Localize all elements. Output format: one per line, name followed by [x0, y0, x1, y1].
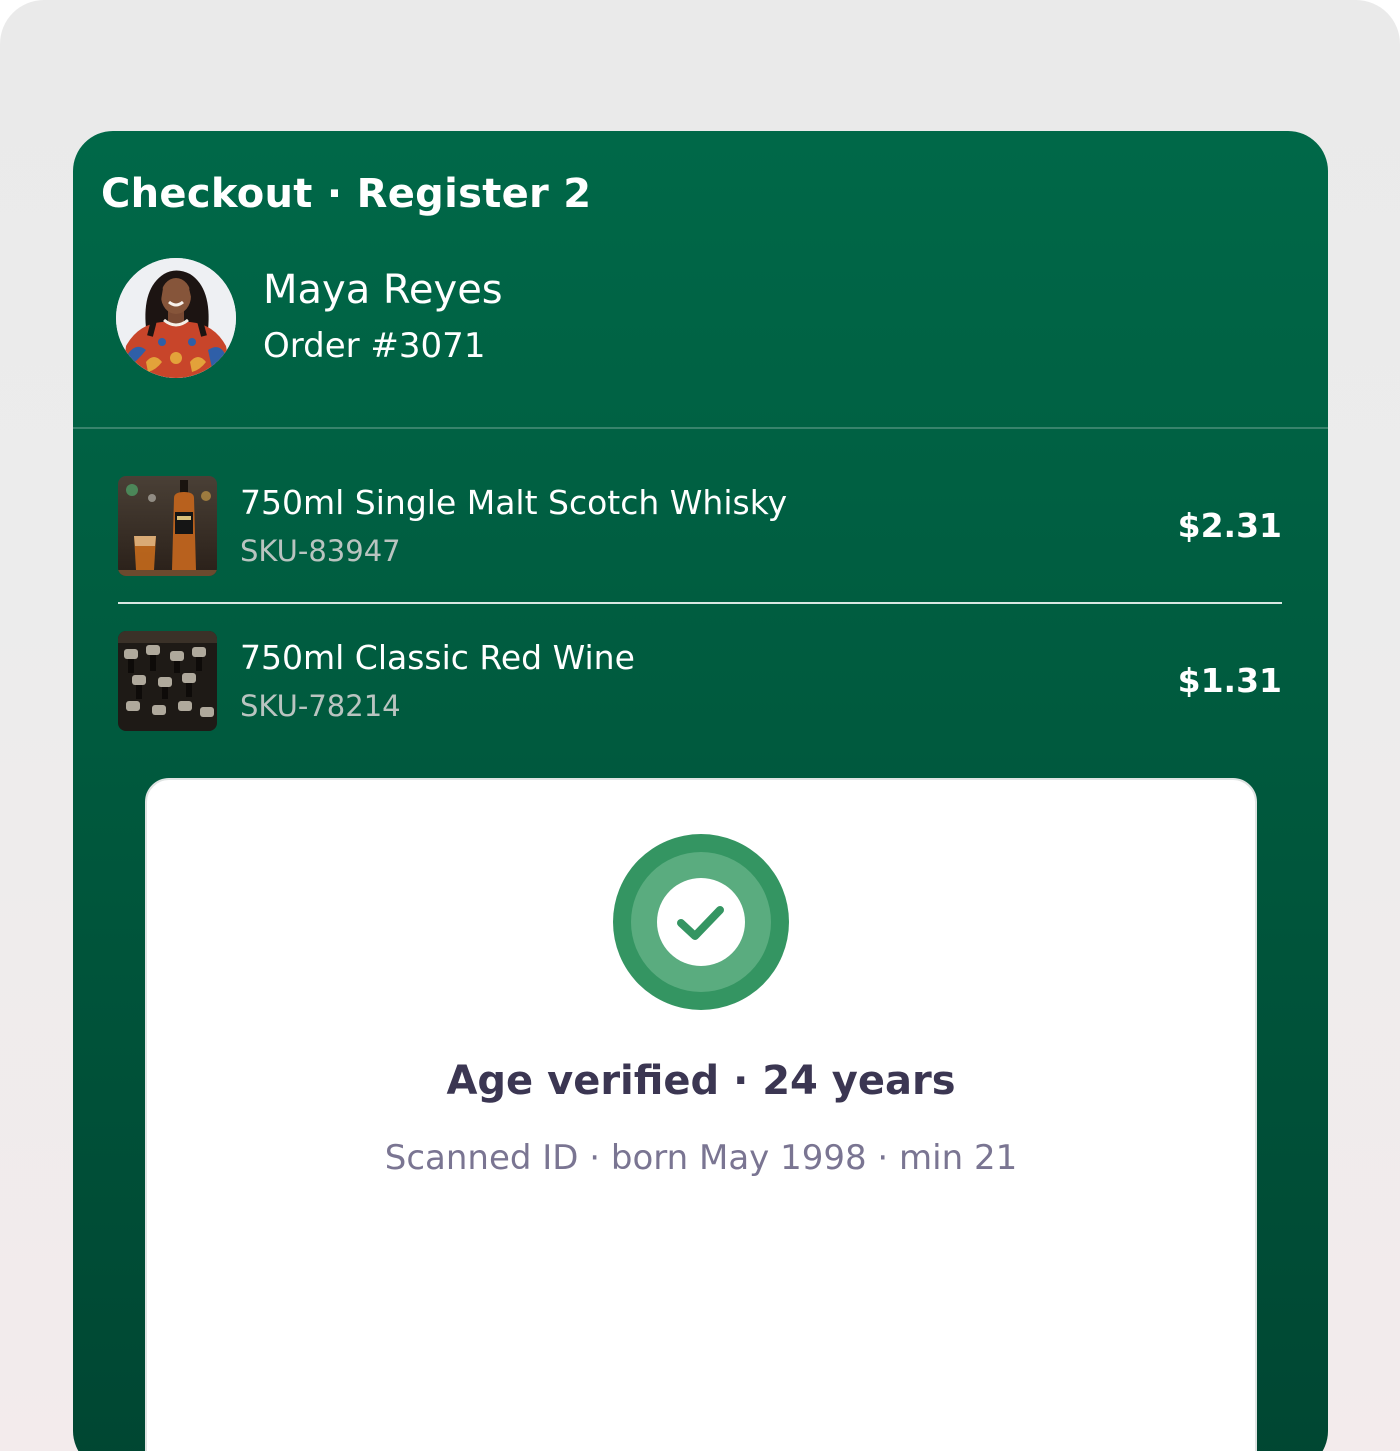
line-item[interactable]: 750ml Classic Red Wine SKU-78214 $1.31 [118, 631, 1282, 731]
item-sku: SKU-83947 [240, 534, 401, 568]
item-price: $1.31 [1177, 661, 1282, 700]
verification-detail: Scanned ID · born May 1998 · min 21 [384, 1138, 1018, 1178]
avatar-photo-icon [116, 258, 236, 378]
item-price: $2.31 [1177, 506, 1282, 545]
item-sku: SKU-78214 [240, 689, 401, 723]
line-item[interactable]: 750ml Single Malt Scotch Whisky SKU-8394… [118, 476, 1282, 576]
customer-name: Maya Reyes [263, 267, 503, 313]
item-thumbnail [118, 631, 217, 731]
whisky-bottle-icon [118, 476, 217, 576]
check-circle-icon [613, 834, 789, 1010]
item-thumbnail [118, 476, 217, 576]
page-title: Checkout · Register 2 [101, 171, 592, 217]
wine-bottles-icon [118, 631, 217, 731]
order-number: Order #3071 [263, 326, 486, 366]
item-name: 750ml Classic Red Wine [240, 638, 635, 677]
age-verification-panel: Age verified · 24 years Scanned ID · bor… [145, 778, 1257, 1451]
customer-avatar [116, 258, 236, 378]
item-name: 750ml Single Malt Scotch Whisky [240, 483, 788, 522]
app-background: Checkout · Register 2 Maya Reyes Order #… [0, 0, 1400, 1451]
item-divider [118, 602, 1282, 604]
verification-title: Age verified · 24 years [446, 1058, 956, 1104]
header-divider [73, 427, 1328, 429]
checkout-card: Checkout · Register 2 Maya Reyes Order #… [73, 131, 1328, 1451]
